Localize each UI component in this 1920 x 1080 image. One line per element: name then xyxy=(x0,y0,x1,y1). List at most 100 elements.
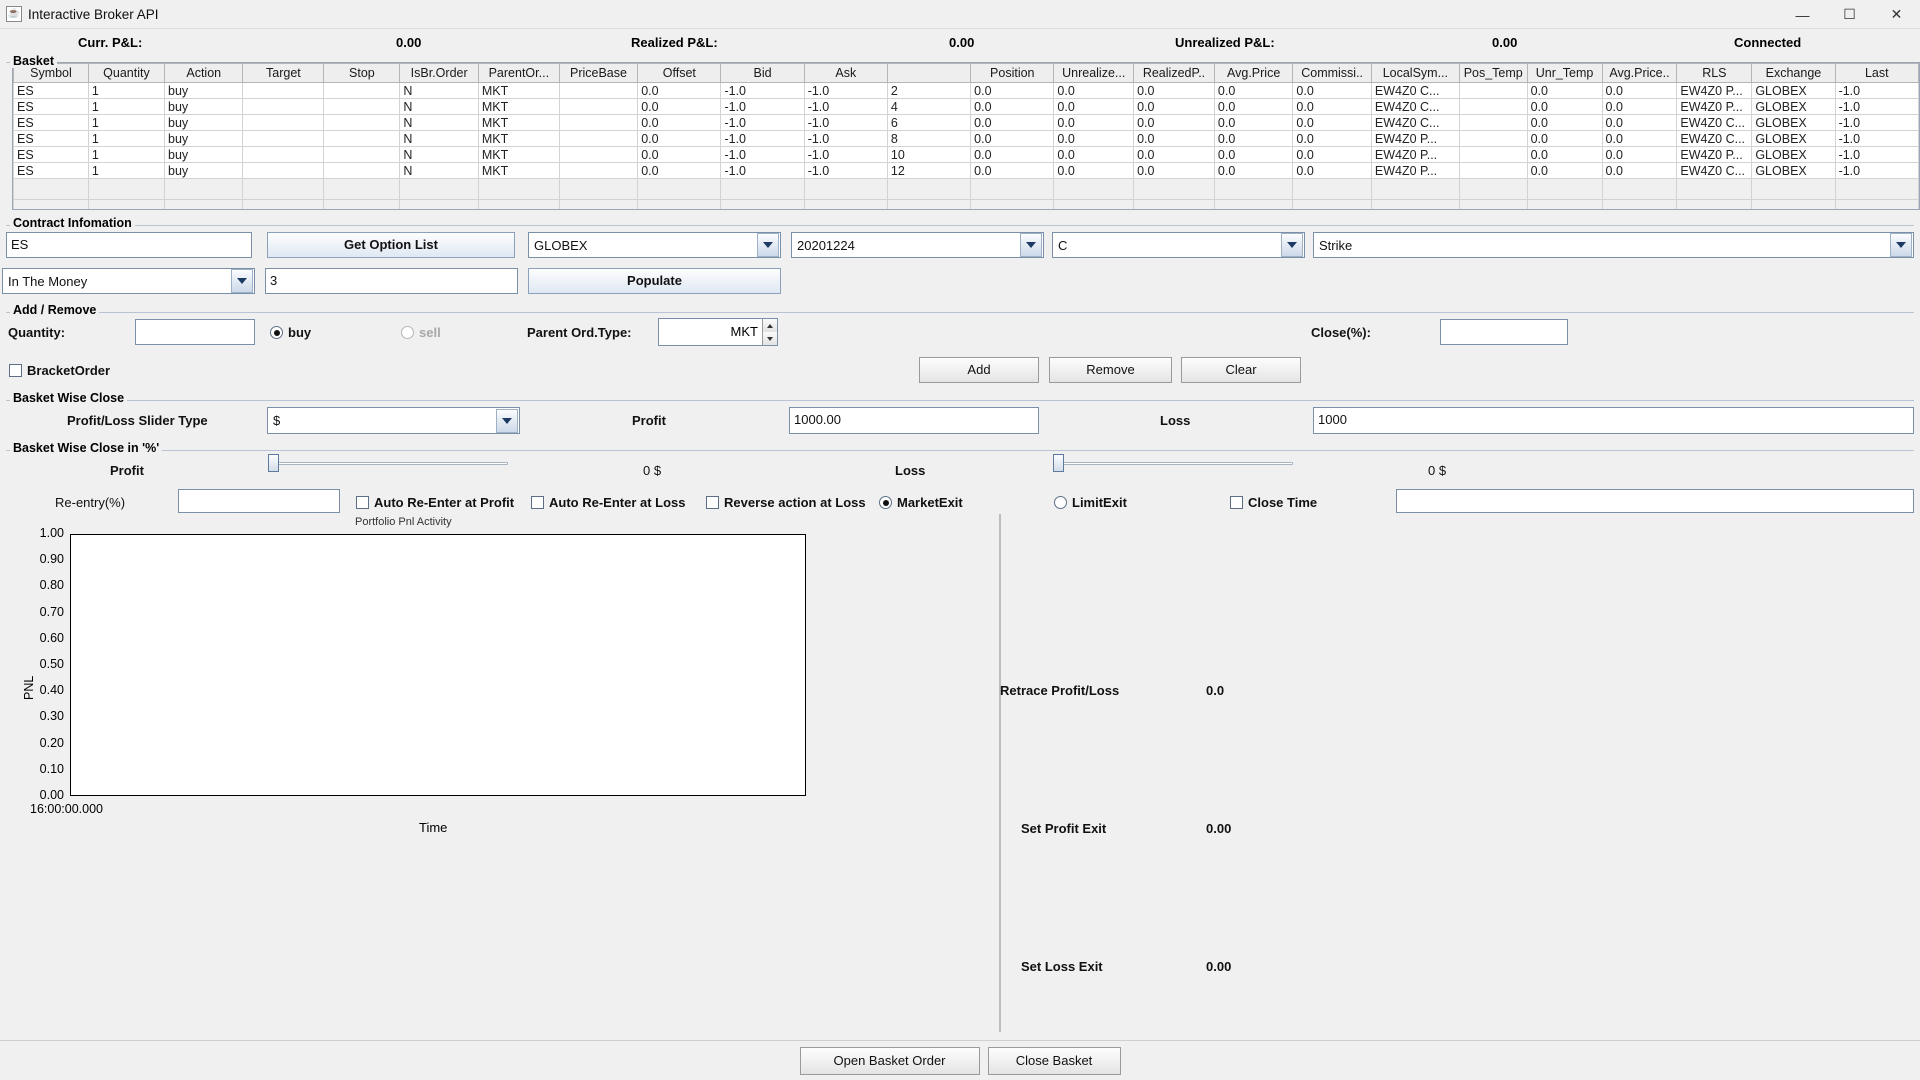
profit-slider[interactable] xyxy=(268,454,508,472)
column-header-blank-11[interactable] xyxy=(887,64,970,83)
table-cell[interactable]: -1.0 xyxy=(1835,83,1918,99)
table-cell[interactable]: EW4Z0 C... xyxy=(1371,99,1459,115)
table-cell[interactable]: 0.0 xyxy=(1293,131,1371,147)
table-cell[interactable] xyxy=(1459,131,1527,147)
table-cell[interactable]: buy xyxy=(165,163,243,179)
expiry-dropdown[interactable]: 20201224 xyxy=(791,232,1044,258)
table-cell[interactable]: -1.0 xyxy=(721,147,804,163)
table-row[interactable]: ES1buyNMKT0.0-1.0-1.060.00.00.00.00.0EW4… xyxy=(14,115,1919,131)
table-cell[interactable] xyxy=(243,115,324,131)
column-header-last[interactable]: Last xyxy=(1835,64,1918,83)
table-cell[interactable] xyxy=(243,83,324,99)
chevron-down-icon[interactable] xyxy=(1890,233,1912,257)
table-cell[interactable]: 0.0 xyxy=(638,83,721,99)
table-cell[interactable] xyxy=(1459,99,1527,115)
table-cell[interactable] xyxy=(324,163,400,179)
reverse-action-checkbox[interactable]: Reverse action at Loss xyxy=(706,495,866,510)
table-cell[interactable] xyxy=(324,147,400,163)
minimize-icon[interactable]: — xyxy=(1779,0,1826,29)
table-cell[interactable]: buy xyxy=(165,83,243,99)
close-time-input[interactable] xyxy=(1396,489,1914,513)
table-cell[interactable]: 0.0 xyxy=(971,131,1054,147)
table-cell[interactable]: 2 xyxy=(887,83,970,99)
table-cell[interactable]: 1 xyxy=(88,163,164,179)
table-cell[interactable]: 0.0 xyxy=(971,83,1054,99)
symbol-input[interactable]: ES xyxy=(6,232,252,258)
table-cell[interactable]: 0.0 xyxy=(1054,115,1134,131)
add-button[interactable]: Add xyxy=(919,357,1039,383)
table-cell[interactable]: 4 xyxy=(887,99,970,115)
table-row[interactable]: ES1buyNMKT0.0-1.0-1.020.00.00.00.00.0EW4… xyxy=(14,83,1919,99)
chevron-down-icon[interactable] xyxy=(757,233,779,257)
column-header-quantity[interactable]: Quantity xyxy=(88,64,164,83)
table-cell[interactable]: EW4Z0 C... xyxy=(1677,163,1752,179)
column-header-avg-price[interactable]: Avg.Price xyxy=(1214,64,1292,83)
table-cell[interactable] xyxy=(243,131,324,147)
table-cell[interactable]: 1 xyxy=(88,99,164,115)
table-cell[interactable] xyxy=(324,115,400,131)
table-cell[interactable]: -1.0 xyxy=(721,83,804,99)
table-cell[interactable] xyxy=(559,99,637,115)
table-cell[interactable]: 0.0 xyxy=(1134,131,1215,147)
table-cell[interactable]: 1 xyxy=(88,83,164,99)
table-cell[interactable]: EW4Z0 C... xyxy=(1371,115,1459,131)
limit-exit-radio[interactable]: LimitExit xyxy=(1054,495,1127,510)
table-cell[interactable]: -1.0 xyxy=(1835,131,1918,147)
column-header-parentor[interactable]: ParentOr... xyxy=(478,64,559,83)
table-cell[interactable]: N xyxy=(400,147,478,163)
chevron-down-icon[interactable] xyxy=(496,409,518,433)
table-cell[interactable] xyxy=(559,147,637,163)
table-cell[interactable] xyxy=(1459,83,1527,99)
table-cell[interactable]: buy xyxy=(165,147,243,163)
chevron-down-icon[interactable] xyxy=(1281,233,1303,257)
table-cell[interactable]: -1.0 xyxy=(804,147,887,163)
column-header-unr-temp[interactable]: Unr_Temp xyxy=(1527,64,1602,83)
table-row[interactable]: ES1buyNMKT0.0-1.0-1.0100.00.00.00.00.0EW… xyxy=(14,147,1919,163)
table-cell[interactable]: N xyxy=(400,163,478,179)
basket-table[interactable]: SymbolQuantityActionTargetStopIsBr.Order… xyxy=(12,62,1920,210)
table-cell[interactable]: -1.0 xyxy=(1835,163,1918,179)
table-cell[interactable]: ES xyxy=(14,99,89,115)
table-cell[interactable]: EW4Z0 P... xyxy=(1371,163,1459,179)
table-cell[interactable]: 0.0 xyxy=(1134,147,1215,163)
table-cell[interactable]: 0.0 xyxy=(638,163,721,179)
table-cell[interactable] xyxy=(559,115,637,131)
table-cell[interactable]: 1 xyxy=(88,147,164,163)
table-cell[interactable]: EW4Z0 C... xyxy=(1371,83,1459,99)
bracket-order-checkbox[interactable]: BracketOrder xyxy=(9,363,110,378)
table-cell[interactable]: 0.0 xyxy=(1602,83,1677,99)
clear-button[interactable]: Clear xyxy=(1181,357,1301,383)
table-cell[interactable]: MKT xyxy=(478,131,559,147)
table-cell[interactable] xyxy=(1459,147,1527,163)
table-cell[interactable]: -1.0 xyxy=(804,115,887,131)
remove-button[interactable]: Remove xyxy=(1049,357,1172,383)
chevron-down-icon[interactable] xyxy=(1020,233,1042,257)
table-cell[interactable]: 0.0 xyxy=(1054,163,1134,179)
table-cell[interactable]: EW4Z0 P... xyxy=(1371,147,1459,163)
table-cell[interactable]: MKT xyxy=(478,99,559,115)
table-cell[interactable]: 0.0 xyxy=(1134,163,1215,179)
table-cell[interactable]: MKT xyxy=(478,83,559,99)
profit-input[interactable]: 1000.00 xyxy=(789,407,1039,434)
close-pct-input[interactable] xyxy=(1440,319,1568,345)
table-cell[interactable]: EW4Z0 P... xyxy=(1677,99,1752,115)
table-cell[interactable]: 0.0 xyxy=(638,115,721,131)
column-header-target[interactable]: Target xyxy=(243,64,324,83)
stepper-down-icon[interactable] xyxy=(762,332,777,345)
table-cell[interactable]: 0.0 xyxy=(638,147,721,163)
table-cell[interactable] xyxy=(324,131,400,147)
table-cell[interactable]: 0.0 xyxy=(1293,83,1371,99)
populate-button[interactable]: Populate xyxy=(528,268,781,294)
slider-knob[interactable] xyxy=(268,454,279,472)
table-cell[interactable]: 0.0 xyxy=(971,147,1054,163)
table-cell[interactable]: ES xyxy=(14,83,89,99)
table-cell[interactable]: 0.0 xyxy=(1293,163,1371,179)
table-cell[interactable]: 0.0 xyxy=(1054,83,1134,99)
table-cell[interactable] xyxy=(559,131,637,147)
quantity-input[interactable] xyxy=(135,319,255,345)
stepper-up-icon[interactable] xyxy=(762,319,777,332)
column-header-ask[interactable]: Ask xyxy=(804,64,887,83)
table-cell[interactable]: GLOBEX xyxy=(1752,83,1835,99)
slider-type-dropdown[interactable]: $ xyxy=(267,407,520,434)
table-cell[interactable]: 0.0 xyxy=(1602,147,1677,163)
